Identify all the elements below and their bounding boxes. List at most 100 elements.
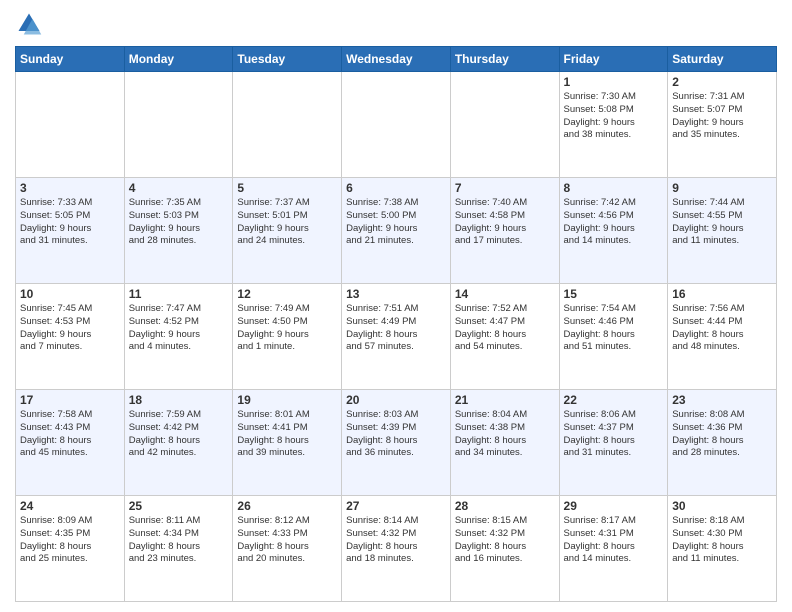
calendar-cell	[450, 72, 559, 178]
day-info: Sunrise: 7:52 AM Sunset: 4:47 PM Dayligh…	[455, 303, 555, 354]
day-info: Sunrise: 7:35 AM Sunset: 5:03 PM Dayligh…	[129, 197, 229, 248]
day-info: Sunrise: 8:08 AM Sunset: 4:36 PM Dayligh…	[672, 409, 772, 460]
page: SundayMondayTuesdayWednesdayThursdayFrid…	[0, 0, 792, 612]
day-info: Sunrise: 7:38 AM Sunset: 5:00 PM Dayligh…	[346, 197, 446, 248]
day-number: 21	[455, 393, 555, 407]
calendar-cell: 2 Sunrise: 7:31 AM Sunset: 5:07 PM Daylig…	[668, 72, 777, 178]
calendar-header-thursday: Thursday	[450, 47, 559, 72]
day-number: 29	[564, 499, 664, 513]
day-number: 15	[564, 287, 664, 301]
calendar-cell: 1 Sunrise: 7:30 AM Sunset: 5:08 PM Daylig…	[559, 72, 668, 178]
calendar-header-monday: Monday	[124, 47, 233, 72]
day-number: 1	[564, 75, 664, 89]
day-number: 24	[20, 499, 120, 513]
day-number: 20	[346, 393, 446, 407]
calendar-header-saturday: Saturday	[668, 47, 777, 72]
calendar-cell: 20 Sunrise: 8:03 AM Sunset: 4:39 PM Dayli…	[342, 390, 451, 496]
calendar-header-row: SundayMondayTuesdayWednesdayThursdayFrid…	[16, 47, 777, 72]
calendar-cell: 9 Sunrise: 7:44 AM Sunset: 4:55 PM Daylig…	[668, 178, 777, 284]
day-number: 8	[564, 181, 664, 195]
day-number: 6	[346, 181, 446, 195]
day-number: 17	[20, 393, 120, 407]
day-number: 30	[672, 499, 772, 513]
day-info: Sunrise: 7:54 AM Sunset: 4:46 PM Dayligh…	[564, 303, 664, 354]
day-number: 27	[346, 499, 446, 513]
calendar-cell: 6 Sunrise: 7:38 AM Sunset: 5:00 PM Daylig…	[342, 178, 451, 284]
day-info: Sunrise: 7:58 AM Sunset: 4:43 PM Dayligh…	[20, 409, 120, 460]
day-info: Sunrise: 7:40 AM Sunset: 4:58 PM Dayligh…	[455, 197, 555, 248]
calendar-week-row: 10 Sunrise: 7:45 AM Sunset: 4:53 PM Dayli…	[16, 284, 777, 390]
day-info: Sunrise: 8:12 AM Sunset: 4:33 PM Dayligh…	[237, 515, 337, 566]
day-info: Sunrise: 7:49 AM Sunset: 4:50 PM Dayligh…	[237, 303, 337, 354]
day-info: Sunrise: 7:33 AM Sunset: 5:05 PM Dayligh…	[20, 197, 120, 248]
logo-icon	[15, 10, 43, 38]
day-number: 19	[237, 393, 337, 407]
day-number: 16	[672, 287, 772, 301]
day-info: Sunrise: 8:04 AM Sunset: 4:38 PM Dayligh…	[455, 409, 555, 460]
calendar-header-sunday: Sunday	[16, 47, 125, 72]
day-info: Sunrise: 7:30 AM Sunset: 5:08 PM Dayligh…	[564, 91, 664, 142]
calendar-cell: 11Sunrise: 7:47 AM Sunset: 4:52 PM Dayli…	[124, 284, 233, 390]
header	[15, 10, 777, 38]
calendar-cell: 26 Sunrise: 8:12 AM Sunset: 4:33 PM Dayli…	[233, 496, 342, 602]
calendar-cell: 17 Sunrise: 7:58 AM Sunset: 4:43 PM Dayli…	[16, 390, 125, 496]
calendar-cell: 5Sunrise: 7:37 AM Sunset: 5:01 PM Daylig…	[233, 178, 342, 284]
calendar-cell: 28Sunrise: 8:15 AM Sunset: 4:32 PM Dayli…	[450, 496, 559, 602]
calendar-cell: 4 Sunrise: 7:35 AM Sunset: 5:03 PM Daylig…	[124, 178, 233, 284]
day-number: 7	[455, 181, 555, 195]
day-number: 14	[455, 287, 555, 301]
day-number: 4	[129, 181, 229, 195]
calendar-cell: 21 Sunrise: 8:04 AM Sunset: 4:38 PM Dayli…	[450, 390, 559, 496]
day-info: Sunrise: 7:47 AM Sunset: 4:52 PM Dayligh…	[129, 303, 229, 354]
day-info: Sunrise: 8:11 AM Sunset: 4:34 PM Dayligh…	[129, 515, 229, 566]
calendar-header-tuesday: Tuesday	[233, 47, 342, 72]
day-info: Sunrise: 7:45 AM Sunset: 4:53 PM Dayligh…	[20, 303, 120, 354]
day-info: Sunrise: 8:17 AM Sunset: 4:31 PM Dayligh…	[564, 515, 664, 566]
day-info: Sunrise: 7:51 AM Sunset: 4:49 PM Dayligh…	[346, 303, 446, 354]
calendar-cell: 16 Sunrise: 7:56 AM Sunset: 4:44 PM Dayli…	[668, 284, 777, 390]
calendar-cell	[124, 72, 233, 178]
calendar-cell: 19 Sunrise: 8:01 AM Sunset: 4:41 PM Dayli…	[233, 390, 342, 496]
calendar-week-row: 24 Sunrise: 8:09 AM Sunset: 4:35 PM Dayli…	[16, 496, 777, 602]
day-info: Sunrise: 7:44 AM Sunset: 4:55 PM Dayligh…	[672, 197, 772, 248]
calendar-cell: 15 Sunrise: 7:54 AM Sunset: 4:46 PM Dayli…	[559, 284, 668, 390]
day-number: 10	[20, 287, 120, 301]
day-info: Sunrise: 7:31 AM Sunset: 5:07 PM Dayligh…	[672, 91, 772, 142]
calendar-cell: 13Sunrise: 7:51 AM Sunset: 4:49 PM Dayli…	[342, 284, 451, 390]
calendar-week-row: 1 Sunrise: 7:30 AM Sunset: 5:08 PM Daylig…	[16, 72, 777, 178]
day-info: Sunrise: 8:09 AM Sunset: 4:35 PM Dayligh…	[20, 515, 120, 566]
day-number: 3	[20, 181, 120, 195]
day-info: Sunrise: 7:59 AM Sunset: 4:42 PM Dayligh…	[129, 409, 229, 460]
day-info: Sunrise: 8:14 AM Sunset: 4:32 PM Dayligh…	[346, 515, 446, 566]
day-number: 9	[672, 181, 772, 195]
day-number: 5	[237, 181, 337, 195]
day-number: 22	[564, 393, 664, 407]
calendar-cell: 27 Sunrise: 8:14 AM Sunset: 4:32 PM Dayli…	[342, 496, 451, 602]
calendar-cell: 30 Sunrise: 8:18 AM Sunset: 4:30 PM Dayli…	[668, 496, 777, 602]
calendar-header-wednesday: Wednesday	[342, 47, 451, 72]
day-info: Sunrise: 8:03 AM Sunset: 4:39 PM Dayligh…	[346, 409, 446, 460]
calendar-cell: 7 Sunrise: 7:40 AM Sunset: 4:58 PM Daylig…	[450, 178, 559, 284]
day-info: Sunrise: 7:56 AM Sunset: 4:44 PM Dayligh…	[672, 303, 772, 354]
calendar-cell: 23 Sunrise: 8:08 AM Sunset: 4:36 PM Dayli…	[668, 390, 777, 496]
calendar-cell: 22Sunrise: 8:06 AM Sunset: 4:37 PM Dayli…	[559, 390, 668, 496]
day-number: 28	[455, 499, 555, 513]
calendar-cell	[342, 72, 451, 178]
day-info: Sunrise: 8:01 AM Sunset: 4:41 PM Dayligh…	[237, 409, 337, 460]
calendar-cell: 25 Sunrise: 8:11 AM Sunset: 4:34 PM Dayli…	[124, 496, 233, 602]
day-info: Sunrise: 8:18 AM Sunset: 4:30 PM Dayligh…	[672, 515, 772, 566]
calendar-table: SundayMondayTuesdayWednesdayThursdayFrid…	[15, 46, 777, 602]
day-number: 18	[129, 393, 229, 407]
calendar-cell: 12Sunrise: 7:49 AM Sunset: 4:50 PM Dayli…	[233, 284, 342, 390]
calendar-cell	[233, 72, 342, 178]
calendar-cell: 10 Sunrise: 7:45 AM Sunset: 4:53 PM Dayli…	[16, 284, 125, 390]
day-number: 23	[672, 393, 772, 407]
calendar-cell: 14 Sunrise: 7:52 AM Sunset: 4:47 PM Dayli…	[450, 284, 559, 390]
day-number: 26	[237, 499, 337, 513]
calendar-cell: 29 Sunrise: 8:17 AM Sunset: 4:31 PM Dayli…	[559, 496, 668, 602]
day-number: 2	[672, 75, 772, 89]
calendar-week-row: 17 Sunrise: 7:58 AM Sunset: 4:43 PM Dayli…	[16, 390, 777, 496]
day-number: 25	[129, 499, 229, 513]
calendar-cell	[16, 72, 125, 178]
calendar-cell: 3 Sunrise: 7:33 AM Sunset: 5:05 PM Daylig…	[16, 178, 125, 284]
